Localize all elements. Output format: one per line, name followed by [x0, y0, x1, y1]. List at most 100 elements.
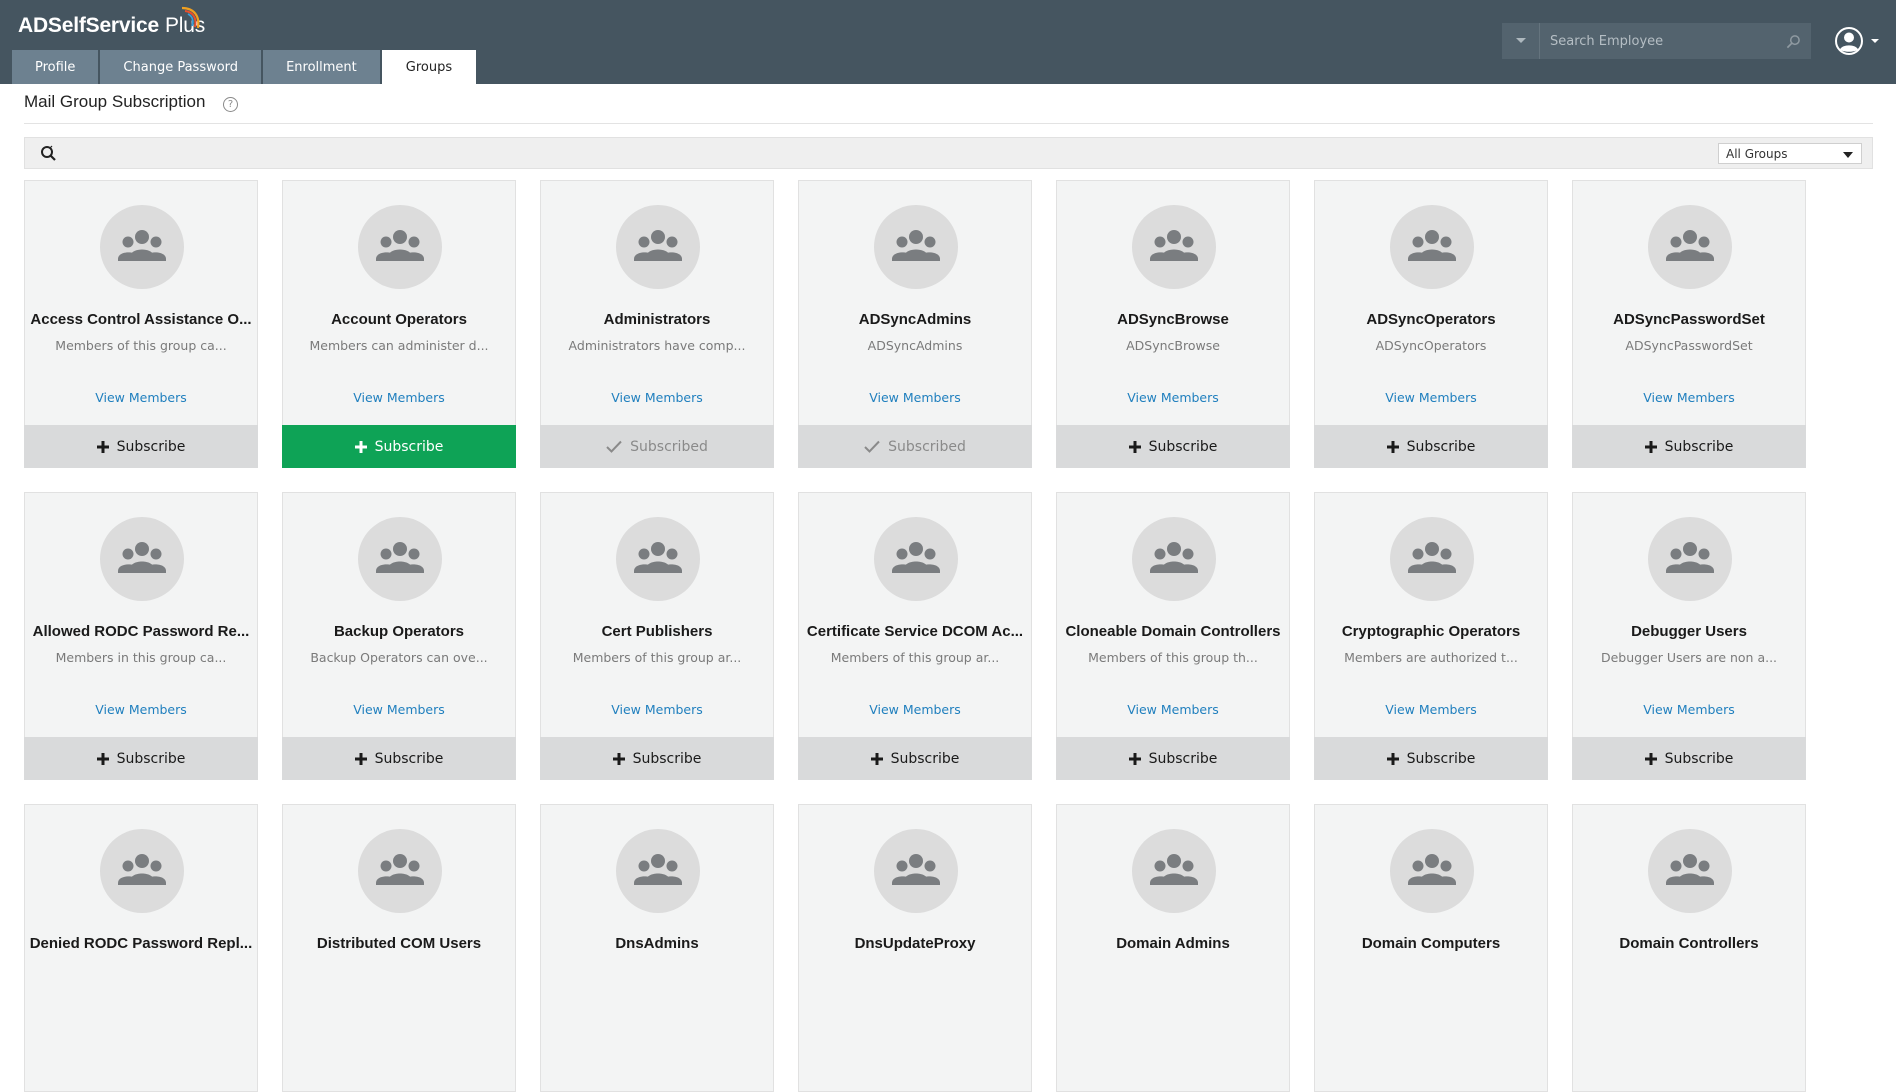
subscribe-button-label: Subscribe: [374, 438, 444, 455]
subscribe-button[interactable]: Subscribe: [24, 737, 258, 780]
subscribe-button-label: Subscribe: [374, 750, 444, 767]
group-filter-select[interactable]: All Groups: [1718, 143, 1862, 164]
group-name: Cryptographic Operators: [1341, 623, 1521, 640]
employee-search: [1502, 23, 1811, 59]
group-description: Members in this group ca...: [55, 650, 227, 665]
group-name: Domain Controllers: [1619, 935, 1759, 952]
group-card: Domain Controllers: [1572, 804, 1806, 1092]
view-members-link[interactable]: View Members: [283, 390, 515, 405]
group-description: Members of this group ca...: [55, 338, 227, 353]
view-members-link[interactable]: View Members: [1573, 390, 1805, 405]
subscribe-button-label: Subscribe: [1664, 438, 1734, 455]
view-members-link[interactable]: View Members: [283, 702, 515, 717]
subscribe-button-label: Subscribe: [632, 750, 702, 767]
view-members-link[interactable]: View Members: [1315, 702, 1547, 717]
group-name: Backup Operators: [333, 623, 465, 640]
group-name: ADSyncPasswordSet: [1613, 311, 1765, 328]
group-card: DnsAdmins: [540, 804, 774, 1092]
search-button[interactable]: [1775, 23, 1811, 59]
tab-enrollment[interactable]: Enrollment: [263, 50, 380, 84]
view-members-link[interactable]: View Members: [25, 702, 257, 717]
select-caret-icon: [1843, 152, 1853, 158]
logo-text: ADSelfService: [18, 14, 159, 37]
view-members-link[interactable]: View Members: [541, 702, 773, 717]
plus-icon: [1644, 752, 1657, 765]
view-members-link[interactable]: View Members: [1057, 390, 1289, 405]
search-input[interactable]: [1540, 23, 1775, 59]
subscribe-button[interactable]: Subscribe: [1056, 737, 1290, 780]
subscribe-button[interactable]: Subscribe: [1314, 425, 1548, 468]
group-avatar-icon: [874, 205, 958, 289]
help-icon[interactable]: ?: [223, 97, 238, 112]
group-card: Domain Computers: [1314, 804, 1548, 1092]
subscribe-button[interactable]: Subscribe: [282, 425, 516, 468]
group-name: Administrators: [603, 311, 711, 328]
view-members-link[interactable]: View Members: [541, 390, 773, 405]
group-card: Access Control Assistance O... Members of…: [24, 180, 258, 468]
subscribe-button[interactable]: Subscribe: [1314, 737, 1548, 780]
subscribe-button[interactable]: Subscribe: [1572, 737, 1806, 780]
subscribe-button[interactable]: Subscribe: [24, 425, 258, 468]
group-avatar-icon: [1648, 205, 1732, 289]
subscribe-button[interactable]: Subscribe: [540, 737, 774, 780]
group-avatar-icon: [358, 205, 442, 289]
tab-profile[interactable]: Profile: [12, 50, 99, 84]
view-members-link[interactable]: View Members: [1573, 702, 1805, 717]
view-members-link[interactable]: View Members: [799, 390, 1031, 405]
subscribe-button[interactable]: Subscribe: [282, 737, 516, 780]
page-title: Mail Group Subscription: [24, 92, 206, 111]
group-name: Distributed COM Users: [316, 935, 482, 952]
group-avatar-icon: [100, 517, 184, 601]
subscribe-button[interactable]: Subscribe: [1056, 425, 1290, 468]
subscribe-button[interactable]: Subscribe: [1572, 425, 1806, 468]
plus-icon: [354, 752, 367, 765]
group-card: ADSyncOperators ADSyncOperators View Membe…: [1314, 180, 1548, 468]
subscribed-button[interactable]: Subscribed: [798, 425, 1032, 468]
group-name: DnsAdmins: [615, 935, 699, 952]
filter-search-toggle[interactable]: [39, 144, 59, 164]
main-tabs: Profile Change Password Enrollment Group…: [12, 50, 478, 84]
group-name: Cloneable Domain Controllers: [1065, 623, 1281, 640]
tab-groups[interactable]: Groups: [381, 50, 477, 84]
logo-arc-icon: [181, 6, 200, 29]
group-avatar-icon: [874, 517, 958, 601]
group-description: ADSyncAdmins: [867, 338, 963, 353]
group-name: Debugger Users: [1631, 623, 1747, 640]
group-card: Cert Publishers Members of this group ar.…: [540, 492, 774, 780]
view-members-link[interactable]: View Members: [25, 390, 257, 405]
group-description: Members are authorized t...: [1344, 650, 1518, 665]
subscribed-button[interactable]: Subscribed: [540, 425, 774, 468]
subscribe-button-label: Subscribed: [630, 438, 708, 455]
plus-icon: [1386, 440, 1399, 453]
subscribe-button-label: Subscribe: [1406, 750, 1476, 767]
group-name: Denied RODC Password Repl...: [29, 935, 253, 952]
group-name: ADSyncOperators: [1366, 311, 1496, 328]
tab-change-password[interactable]: Change Password: [100, 50, 262, 84]
filter-bar: All Groups: [24, 137, 1873, 169]
subscribe-button-label: Subscribe: [1664, 750, 1734, 767]
subscribe-button[interactable]: Subscribe: [798, 737, 1032, 780]
plus-icon: [1644, 440, 1657, 453]
group-avatar-icon: [1390, 517, 1474, 601]
chevron-down-icon: [1515, 38, 1526, 43]
view-members-link[interactable]: View Members: [799, 702, 1031, 717]
search-scope-dropdown[interactable]: [1502, 23, 1540, 59]
group-description: ADSyncOperators: [1375, 338, 1487, 353]
group-name: ADSyncAdmins: [858, 311, 972, 328]
subscribe-button-label: Subscribe: [1148, 750, 1218, 767]
group-description: Backup Operators can ove...: [310, 650, 488, 665]
plus-icon: [354, 440, 367, 453]
plus-icon: [1128, 440, 1141, 453]
group-avatar-icon: [100, 829, 184, 913]
group-avatar-icon: [358, 829, 442, 913]
view-members-link[interactable]: View Members: [1315, 390, 1547, 405]
subscribe-button-label: Subscribe: [116, 750, 186, 767]
group-filter-value: All Groups: [1726, 146, 1788, 161]
subscribe-button-label: Subscribe: [1148, 438, 1218, 455]
subscribe-button-label: Subscribe: [1406, 438, 1476, 455]
group-avatar-icon: [1648, 517, 1732, 601]
group-description: Administrators have comp...: [568, 338, 746, 353]
user-menu[interactable]: [1834, 24, 1884, 58]
view-members-link[interactable]: View Members: [1057, 702, 1289, 717]
app-logo[interactable]: ADSelfService Plus: [18, 14, 205, 38]
